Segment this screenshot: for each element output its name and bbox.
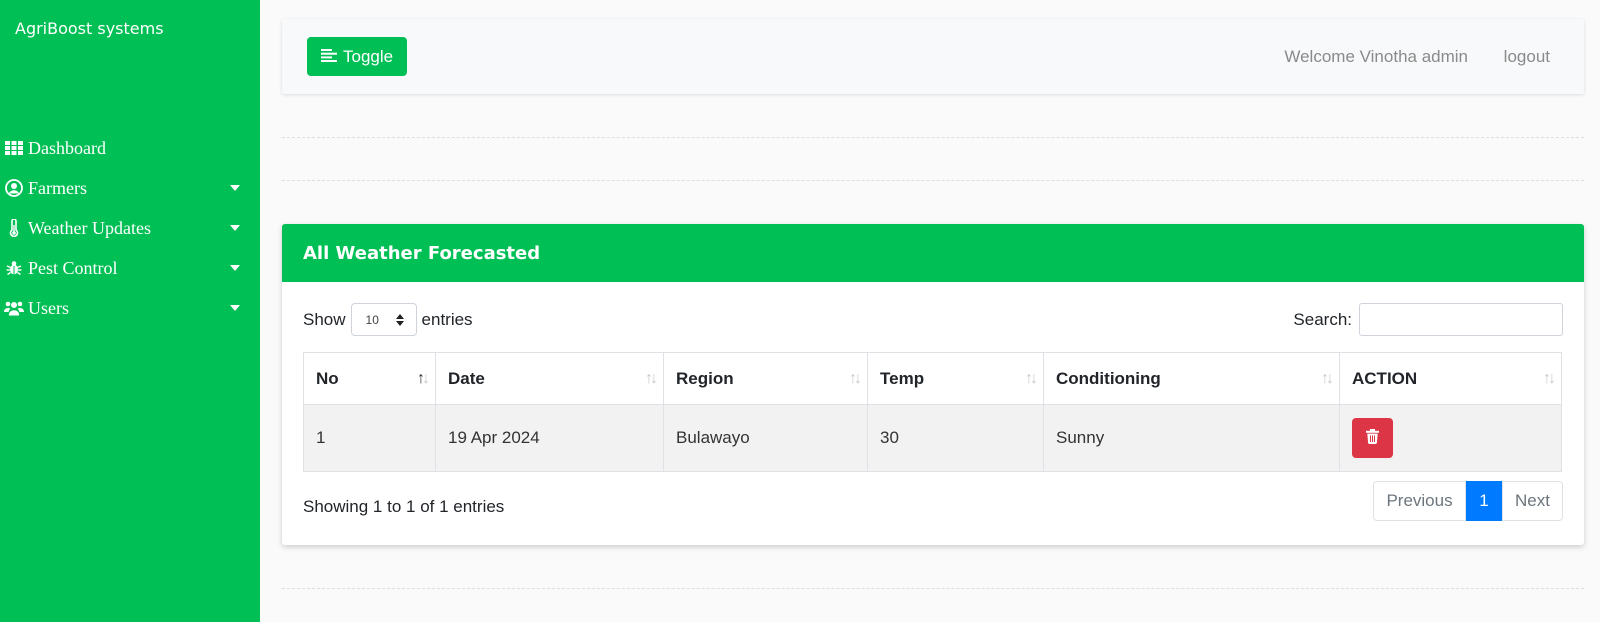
- table-info: Showing 1 to 1 of 1 entries: [303, 497, 505, 516]
- previous-page-button[interactable]: Previous: [1373, 481, 1466, 521]
- sort-icon: ↑↓: [645, 369, 658, 387]
- column-header-date[interactable]: Date ↑↓: [435, 352, 664, 405]
- sidebar-item-pest-control[interactable]: Pest Control: [0, 248, 260, 288]
- cell-region: Bulawayo: [663, 404, 868, 472]
- search-label: Search:: [1293, 309, 1352, 329]
- column-header-region[interactable]: Region ↑↓: [663, 352, 868, 405]
- entries-length-value: 10: [365, 312, 379, 327]
- logout-link[interactable]: logout: [1504, 47, 1550, 67]
- cell-date: 19 Apr 2024: [435, 404, 664, 472]
- column-header-label: Date: [448, 368, 485, 388]
- entries-length-select[interactable]: 10: [350, 303, 417, 336]
- entries-length-control: Show 10 entries: [303, 303, 473, 336]
- thermometer-icon: [4, 219, 24, 237]
- divider: [282, 180, 1584, 181]
- sort-icon: ↑↓: [1025, 369, 1038, 387]
- sidebar-item-farmers[interactable]: Farmers: [0, 168, 260, 208]
- bug-icon: [4, 259, 24, 277]
- column-header-label: Region: [676, 368, 734, 388]
- sidebar-item-label: Users: [28, 297, 69, 318]
- search-input[interactable]: [1359, 303, 1563, 336]
- top-navbar: Toggle Welcome Vinotha admin logout: [282, 19, 1584, 94]
- divider: [282, 588, 1584, 589]
- sidebar-item-label: Farmers: [28, 177, 87, 198]
- cell-temp: 30: [867, 404, 1044, 472]
- sidebar-item-label: Pest Control: [28, 257, 118, 278]
- cell-no: 1: [303, 404, 436, 472]
- column-header-label: Temp: [880, 368, 925, 388]
- align-left-icon: [321, 47, 337, 67]
- users-icon: [4, 299, 24, 317]
- weather-forecast-card: All Weather Forecasted Show 10 entries S…: [282, 224, 1584, 545]
- sort-icon: ↑↓: [849, 369, 862, 387]
- entries-label: entries: [421, 309, 473, 329]
- table-header-row: No ↑↓ Date ↑↓ Region ↑↓ Temp ↑↓ Conditio…: [303, 352, 1562, 405]
- caret-down-icon: [230, 185, 240, 191]
- show-label: Show: [303, 309, 346, 329]
- table-row: 1 19 Apr 2024 Bulawayo 30 Sunny: [303, 404, 1562, 472]
- column-header-no[interactable]: No ↑↓: [303, 352, 436, 405]
- cell-action: [1339, 404, 1562, 472]
- caret-down-icon: [230, 225, 240, 231]
- search-control: Search:: [1293, 303, 1563, 336]
- column-header-conditioning[interactable]: Conditioning ↑↓: [1043, 352, 1340, 405]
- caret-down-icon: [230, 305, 240, 311]
- page-1-button[interactable]: 1: [1466, 481, 1502, 521]
- sidebar-nav: Dashboard Farmers Weather Updates Pest C…: [0, 128, 260, 328]
- sidebar-item-dashboard[interactable]: Dashboard: [0, 128, 260, 168]
- delete-button[interactable]: [1352, 418, 1393, 458]
- card-header: All Weather Forecasted: [282, 224, 1584, 282]
- brand-title[interactable]: AgriBoost systems: [15, 19, 164, 38]
- sort-asc-icon: ↑↓: [417, 369, 430, 387]
- trash-icon: [1366, 429, 1379, 447]
- weather-table: No ↑↓ Date ↑↓ Region ↑↓ Temp ↑↓ Conditio…: [303, 352, 1562, 472]
- sort-icon: ↑↓: [1543, 369, 1556, 387]
- caret-down-icon: [230, 265, 240, 271]
- column-header-label: Conditioning: [1056, 368, 1161, 388]
- card-title: All Weather Forecasted: [303, 242, 541, 264]
- toggle-label: Toggle: [343, 46, 394, 66]
- column-header-temp[interactable]: Temp ↑↓: [867, 352, 1044, 405]
- sidebar-item-users[interactable]: Users: [0, 288, 260, 328]
- pagination: Previous 1 Next: [1373, 481, 1563, 521]
- select-arrows-icon: [395, 313, 404, 326]
- sidebar-item-label: Dashboard: [28, 137, 106, 158]
- sidebar: AgriBoost systems Dashboard Farmers Weat…: [0, 0, 260, 622]
- next-page-button[interactable]: Next: [1502, 481, 1563, 521]
- welcome-text: Welcome Vinotha admin: [1284, 47, 1468, 66]
- column-header-label: No: [316, 368, 339, 388]
- toggle-sidebar-button[interactable]: Toggle: [307, 37, 408, 76]
- user-circle-icon: [4, 179, 24, 197]
- sort-icon: ↑↓: [1321, 369, 1334, 387]
- sidebar-item-label: Weather Updates: [28, 217, 151, 238]
- divider: [282, 137, 1584, 138]
- cell-conditioning: Sunny: [1043, 404, 1340, 472]
- column-header-action[interactable]: ACTION ↑↓: [1339, 352, 1562, 405]
- sidebar-item-weather-updates[interactable]: Weather Updates: [0, 208, 260, 248]
- column-header-label: ACTION: [1352, 368, 1418, 388]
- grid-icon: [4, 139, 24, 157]
